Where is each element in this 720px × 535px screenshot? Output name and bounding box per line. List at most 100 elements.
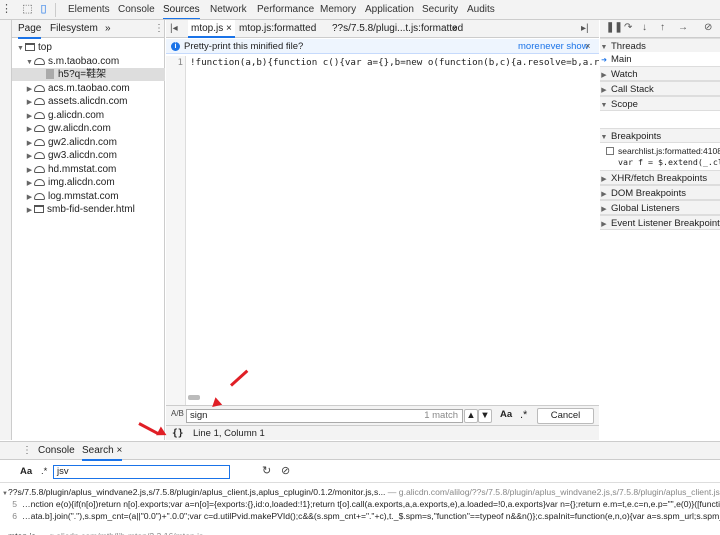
inspect-icon[interactable]: ⬚ [21, 3, 34, 16]
search-result-file[interactable]: ▼??s/7.5.8/plugin/aplus_windvane2.js,s/7… [0, 486, 720, 498]
deactivate-breakpoints-icon[interactable]: ⊘ [704, 22, 712, 33]
debugger-section[interactable]: ▼ Scope [600, 96, 720, 111]
search-result-line[interactable]: 5 …nction e(o){if(n[o])return n[o].export… [0, 498, 720, 510]
tree-item[interactable]: ▶ gw.alicdn.com [12, 122, 165, 135]
debugger-section[interactable]: ▼ Threads [600, 38, 720, 53]
cursor-position: Line 1, Column 1 [193, 428, 265, 439]
step-into-icon[interactable]: ↓ [642, 22, 647, 33]
find-input[interactable]: sign 1 match [186, 409, 463, 423]
tree-item[interactable]: ▶ gw3.alicdn.com [12, 149, 165, 162]
tree-item[interactable]: ▼ s.m.taobao.com [12, 55, 165, 68]
tree-item[interactable]: ▶ acs.m.taobao.com [12, 82, 165, 95]
tab-memory[interactable]: Memory [320, 0, 356, 19]
debugger-section[interactable]: ▶ Watch [600, 66, 720, 81]
more-editor-tabs-icon[interactable]: » [452, 20, 458, 37]
match-case-toggle[interactable]: Aa [500, 409, 512, 420]
tab-aplus-formatted[interactable]: ??s/7.5.8/plugi...t.js:formatted [332, 20, 463, 37]
tree-item[interactable]: ▶ img.alicdn.com [12, 176, 165, 189]
more-tabs-icon[interactable]: » [105, 20, 111, 37]
tree-item[interactable]: ▶ assets.alicdn.com [12, 95, 165, 108]
cloud-icon [34, 152, 45, 159]
search-result-line[interactable]: 6 …ata.b].join("."),s.spm_cnt=(a||"0.0")+… [0, 510, 720, 522]
breakpoint-checkbox[interactable] [606, 147, 614, 155]
toggle-debugger-icon[interactable]: ▸| [581, 20, 589, 37]
tab-elements[interactable]: Elements [68, 0, 110, 19]
search-regex[interactable]: .* [41, 466, 47, 477]
expand-right-icon[interactable]: ▶ [25, 83, 34, 96]
tab-security[interactable]: Security [422, 0, 458, 19]
clear-icon[interactable]: ⊘ [281, 464, 290, 477]
expand-down-icon[interactable]: ▼ [25, 56, 34, 69]
breakpoint-entry[interactable]: searchlist.js:formatted:4108 var f = $.ex… [600, 144, 720, 170]
code-line[interactable]: 1 !function(a,b){function c(){var a={},b=… [166, 56, 599, 70]
tab-mtop-js[interactable]: mtop.js × [188, 20, 235, 38]
debugger-section[interactable]: ▶ Call Stack [600, 81, 720, 96]
refresh-icon[interactable]: ↻ [262, 464, 271, 477]
tab-network[interactable]: Network [210, 0, 247, 19]
h-scrollbar-thumb[interactable] [188, 395, 200, 400]
step-over-icon[interactable]: ↷ [624, 22, 632, 33]
tab-performance[interactable]: Performance [257, 0, 314, 19]
search-input[interactable]: jsv [53, 465, 230, 479]
drawer-menu-icon[interactable]: ⋮ [22, 442, 32, 459]
expand-right-icon[interactable]: ▶ [25, 177, 34, 190]
search-match-case[interactable]: Aa [20, 466, 32, 477]
find-prev-button[interactable]: ▲ [464, 409, 478, 423]
expand-right-icon[interactable]: ▶ [25, 96, 34, 109]
tab-drawer-console[interactable]: Console [38, 442, 75, 459]
expand-right-icon[interactable]: ▶ [25, 164, 34, 177]
debugger-section[interactable]: ▼ Breakpoints [600, 128, 720, 143]
tree-item[interactable]: ▶ log.mmstat.com [12, 190, 165, 203]
debugger-section[interactable]: ➜ Main [600, 52, 720, 67]
expand-right-icon[interactable]: ▶ [25, 204, 34, 217]
navigator-menu-icon[interactable]: ⋮ [154, 20, 164, 37]
regex-toggle[interactable]: .* [520, 409, 527, 421]
code-text[interactable]: !function(a,b){function c(){var a={},b=n… [186, 57, 599, 68]
infobar-more-link[interactable]: more [518, 39, 540, 54]
tab-audits[interactable]: Audits [467, 0, 495, 19]
tree-item-label: gw.alicdn.com [48, 123, 111, 134]
pretty-print-icon[interactable]: {} [172, 426, 183, 441]
tree-item[interactable]: ▼ top [12, 41, 165, 54]
menu-dots-icon[interactable]: ⋮ [0, 3, 13, 16]
expand-right-icon[interactable]: ▶ [25, 191, 34, 204]
step-icon[interactable]: → [678, 22, 688, 33]
tree-item[interactable]: ▶ hd.mmstat.com [12, 163, 165, 176]
search-result-file[interactable]: ▼mtop.js — g.alicdn.com/mtb/lib-mtop/2.3… [0, 530, 720, 535]
expand-right-icon[interactable]: ▶ [25, 123, 34, 136]
find-next-button[interactable]: ▼ [478, 409, 492, 423]
find-cancel-button[interactable]: Cancel [537, 408, 594, 424]
expand-right-icon[interactable]: ▶ [25, 110, 34, 123]
tab-page[interactable]: Page [18, 20, 42, 39]
result-line-text: …ata.b].join("."),s.spm_cnt=(a||"0.0")+"… [22, 511, 720, 521]
cloud-icon [34, 84, 45, 92]
drawer-tabs: ⋮ Console Search × [0, 442, 720, 461]
expand-right-icon[interactable]: ▶ [25, 137, 34, 150]
result-file-name: ??s/7.5.8/plugin/aplus_windvane2.js,s/7.… [8, 487, 386, 497]
device-icon[interactable]: ▯ [37, 3, 50, 16]
tree-item[interactable]: ▶ gw2.alicdn.com [12, 136, 165, 149]
tab-drawer-search[interactable]: Search × [82, 442, 123, 461]
tab-mtop-formatted[interactable]: mtop.js:formatted [239, 20, 316, 37]
replace-toggle-icon[interactable]: A/B [171, 409, 184, 418]
tab-application[interactable]: Application [365, 0, 414, 19]
tree-item[interactable]: ▶ g.alicdn.com [12, 109, 165, 122]
expand-right-icon[interactable]: ▶ [25, 150, 34, 163]
debugger-section[interactable]: ▶ DOM Breakpoints [600, 185, 720, 200]
tree-item[interactable]: ▶ smb-fid-sender.html [12, 203, 165, 216]
debugger-section[interactable]: ▶ XHR/fetch Breakpoints [600, 170, 720, 185]
match-count: 1 match [424, 410, 458, 421]
debugger-section[interactable]: ▶ Event Listener Breakpoints [600, 215, 720, 230]
tab-filesystem[interactable]: Filesystem [50, 20, 98, 37]
pause-icon[interactable]: ❚❚ [606, 22, 623, 33]
expand-down-icon[interactable]: ▼ [16, 42, 25, 55]
toggle-navigator-icon[interactable]: |◂ [170, 20, 178, 37]
tab-console[interactable]: Console [118, 0, 155, 19]
infobar-never-show-link[interactable]: never show [540, 39, 589, 54]
infobar-close-icon[interactable]: × [585, 39, 591, 54]
tab-sources[interactable]: Sources [163, 0, 200, 19]
debugger-section[interactable]: ▶ Global Listeners [600, 200, 720, 215]
step-out-icon[interactable]: ↑ [660, 22, 665, 33]
tree-item[interactable]: h5?q=鞋架 [12, 68, 165, 81]
pretty-print-infobar: i Pretty-print this minified file? more … [166, 39, 599, 54]
